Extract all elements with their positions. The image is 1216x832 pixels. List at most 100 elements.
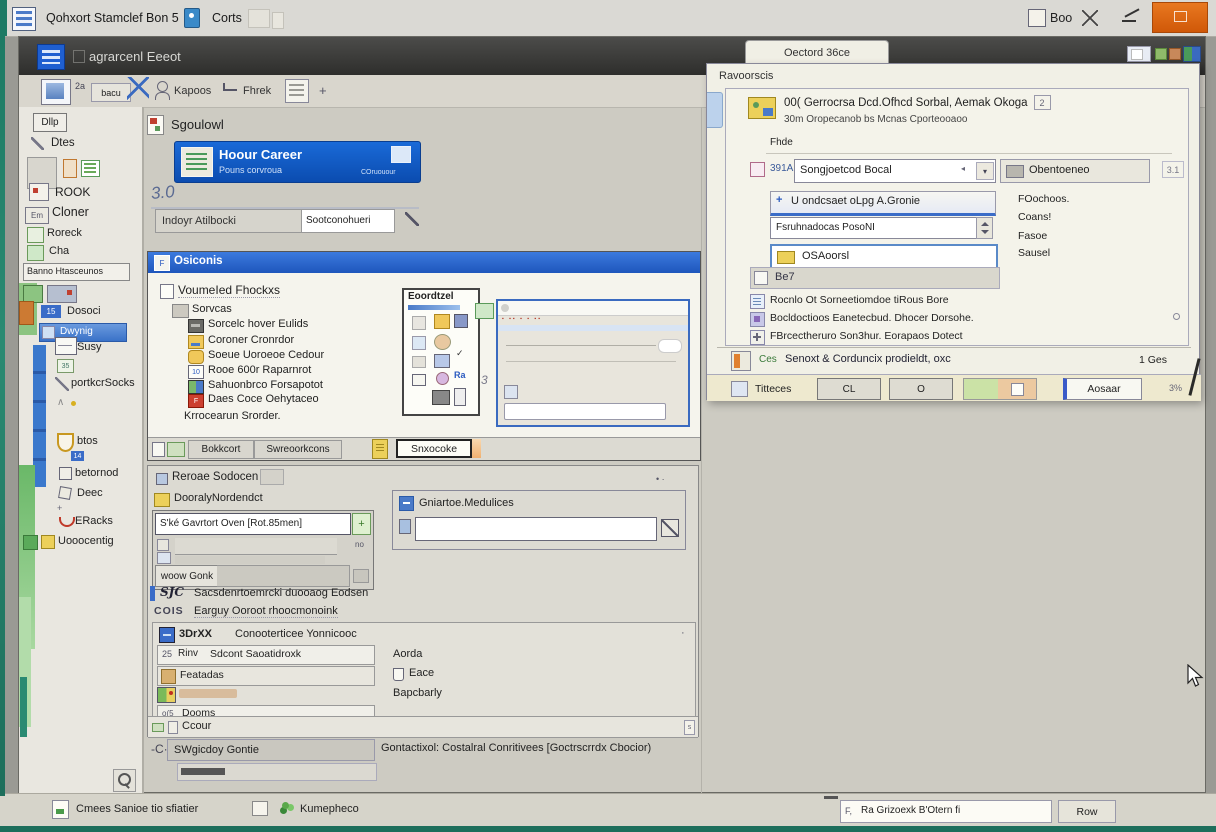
toolbar-btn1-label[interactable]: Kapoos <box>174 85 211 97</box>
sidebar-tree-uooocentig[interactable]: Uooocentig <box>58 535 114 547</box>
blue-chip <box>763 108 773 116</box>
contents-item-4[interactable]: Rooe 600r Raparnrot <box>208 364 311 376</box>
check-icon-3[interactable] <box>750 330 765 345</box>
search-dropdown[interactable]: Songjoetcod Bocal ◂ ▾ <box>794 159 996 183</box>
list-view-icon[interactable] <box>285 79 309 103</box>
sidebar-tree-dosoci[interactable]: Dosoci <box>67 305 101 317</box>
split-toggle-button[interactable] <box>963 378 1037 400</box>
contents-footer-item[interactable]: Krrocearun Srorder. <box>184 410 281 422</box>
add-button[interactable]: + <box>352 513 371 535</box>
scissors-icon[interactable] <box>1082 10 1098 26</box>
preview-mini-window[interactable]: ▪ ▪▪ ▪ ▪ ▪▪ <box>496 299 690 427</box>
contents-group-item[interactable]: Sorvcas <box>192 303 232 315</box>
contents-item-1[interactable]: Sorcelc hover Eulids <box>208 318 308 330</box>
action-button[interactable]: Snxocoke <box>396 439 472 458</box>
highlight-row[interactable]: + U ondcsaet oLpg A.Gronie <box>770 191 996 216</box>
spinner-button[interactable] <box>976 217 993 239</box>
button-aosaar[interactable]: Aosaar <box>1063 378 1142 400</box>
button-cl[interactable]: CL <box>817 378 881 400</box>
status-row-button[interactable]: Row <box>1058 800 1116 823</box>
yellow-note-icon[interactable] <box>372 439 388 459</box>
contents-header[interactable]: F Osiconis <box>148 252 700 273</box>
check-icon-2[interactable] <box>750 312 765 327</box>
search-button[interactable] <box>113 769 136 792</box>
menubar-menu2-label[interactable]: Corts <box>212 11 242 25</box>
record-tab[interactable]: woow Gonk <box>155 565 219 587</box>
orange-card-icon[interactable] <box>63 159 77 178</box>
contents-item-6[interactable]: Daes Coce Oehytaceo <box>208 393 319 405</box>
favorites-content-box: 00( Gerrocrsa Dcd.Ofhcd Sorbal, Aemak Ok… <box>725 88 1189 346</box>
sidebar-tree-portkcrsocks[interactable]: portkcrSocks <box>71 377 135 389</box>
button-o[interactable]: O <box>889 378 953 400</box>
calculator-icon[interactable] <box>55 337 77 355</box>
sidebar-tree-betornod[interactable]: betornod <box>75 467 118 479</box>
tab-bokkcort[interactable]: Bokkcort <box>188 440 254 459</box>
contents-item-2[interactable]: Coroner Cronrdor <box>208 334 294 346</box>
tab-swreoorkcons[interactable]: Swreoorkcons <box>254 440 342 459</box>
thumb-pic-icon <box>434 354 450 368</box>
toolbar-plus[interactable]: + <box>319 83 327 98</box>
bar-row[interactable]: Be7 <box>750 267 1000 289</box>
subpanel-row2[interactable]: Featadas <box>157 666 375 686</box>
picture-icon <box>46 83 64 99</box>
sidebar-tree-susy[interactable]: Susy <box>77 341 101 353</box>
edit-pen-icon[interactable] <box>405 212 419 226</box>
pink-checkbox[interactable] <box>750 162 765 177</box>
lines-icon <box>84 163 96 173</box>
contents-root-item[interactable]: VoumeIed Fhockxs <box>178 283 280 298</box>
status-checkbox[interactable] <box>252 801 268 816</box>
toolbar-tab-bacu[interactable]: bacu <box>91 83 131 102</box>
sidebar-item-roreck[interactable]: Roreck <box>47 227 82 239</box>
banner-avatar-icon <box>181 147 213 177</box>
name-field[interactable]: Indoyr Atilbocki <box>155 209 303 233</box>
toolbar-blue-glyph-icon[interactable] <box>127 77 149 103</box>
tray-orange-icon[interactable] <box>1169 48 1181 60</box>
green-doc-icon <box>27 227 44 243</box>
tray-green-icon[interactable] <box>1155 48 1167 60</box>
shaded-row[interactable] <box>175 538 337 555</box>
sidebar-tree-dwynig-selected[interactable]: Dwynig <box>39 323 127 342</box>
toolbar-picture-button[interactable] <box>41 79 71 105</box>
menubar-right-label[interactable]: Boo <box>1050 11 1072 25</box>
status-field[interactable]: F, Ra Grizoexk B'Otern fi <box>840 800 1052 823</box>
footer-box[interactable]: SWgicdoy Gontie <box>167 739 375 761</box>
tray-doc-icon[interactable] <box>1127 46 1151 62</box>
badge-icon <box>184 8 200 28</box>
value-field[interactable]: Sootconohueri <box>301 209 395 233</box>
app-launcher-icon[interactable] <box>12 7 36 31</box>
sidebar-item-dllp[interactable]: Dllp <box>33 113 67 132</box>
dropdown-arrow-button[interactable]: ▾ <box>976 162 994 180</box>
favorites-tab[interactable]: Oectord 36ce <box>745 40 889 64</box>
toolbar-btn2-label[interactable]: Fhrek <box>243 85 271 97</box>
tray-grid-icon[interactable] <box>1183 46 1201 62</box>
record-main-input[interactable]: S'ké Gavrtort Oven [Rot.85men] <box>155 513 351 535</box>
contents-item-5[interactable]: Sahuonbrco Forsapotot <box>208 379 323 391</box>
sidebar-item-dtes[interactable]: Dtes <box>51 137 75 149</box>
shield-checkbox-icon[interactable] <box>393 668 404 681</box>
sidebar-tree-deec[interactable]: Deec <box>77 487 103 499</box>
record-right-input[interactable] <box>415 517 657 541</box>
sidebar-tree-btos[interactable]: btos <box>77 435 98 447</box>
sidebar-item-cloner[interactable]: Cloner <box>52 205 89 219</box>
blue-side-tab[interactable] <box>707 92 723 128</box>
contents-item-3[interactable]: Soeue Uoroeoe Cedour <box>208 349 324 361</box>
profile-banner[interactable]: Hoour Career Pouns corvroua COruouour <box>174 141 421 183</box>
banner-corner-icon[interactable] <box>391 146 411 163</box>
sidebar-item-rook[interactable]: ROOK <box>55 185 90 199</box>
ces-row[interactable]: Ces Senoxt & Corduncix prodieldt, oxc 1 … <box>707 349 1201 373</box>
ccour-row[interactable]: Ccour s <box>148 716 698 738</box>
dual-panel-icon[interactable] <box>47 285 77 303</box>
sidebar-tree-eracks[interactable]: ERacks <box>75 515 113 527</box>
preview-input[interactable] <box>504 403 666 420</box>
green-list-icon[interactable] <box>81 160 100 177</box>
orange-action-button[interactable] <box>1152 2 1208 33</box>
open-button[interactable]: Obentoeneo <box>1000 159 1150 183</box>
check-icon-1[interactable] <box>750 294 765 309</box>
checkbox[interactable] <box>754 271 768 285</box>
sidebar-item-cha[interactable]: Cha <box>49 245 69 257</box>
menubar-app-label[interactable]: Qohxort Stamclef Bon 5 <box>46 11 179 25</box>
orange-block-decoration <box>19 301 34 325</box>
favorites-input[interactable]: Fsruhnadocas PosoNI <box>770 217 977 239</box>
subpanel-row1[interactable]: 25 Rinv Sdcont Saoatidroxk <box>157 645 375 665</box>
printer-icon[interactable] <box>661 519 679 537</box>
